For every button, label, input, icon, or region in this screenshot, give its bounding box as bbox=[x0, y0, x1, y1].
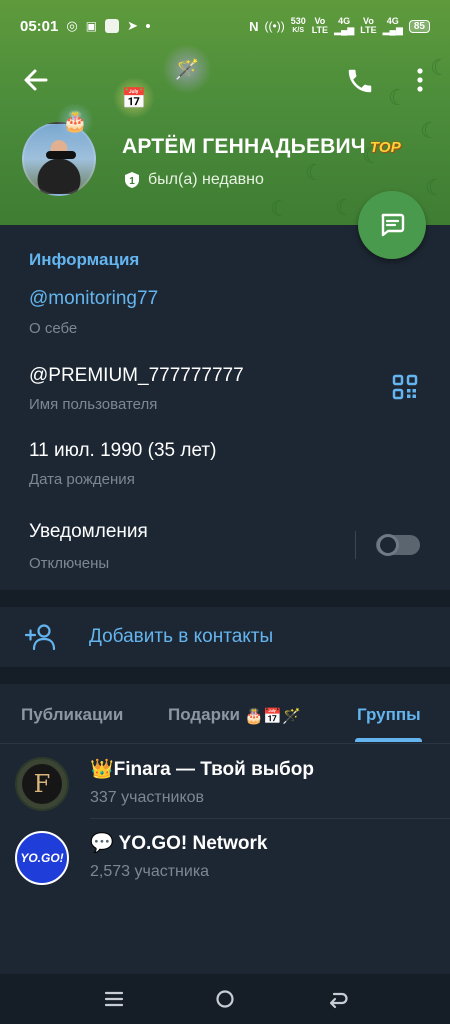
more-notifications-icon bbox=[145, 24, 150, 28]
birthday-value[interactable]: 11 июл. 1990 (35 лет) bbox=[29, 440, 216, 462]
sim2-sub: LTE bbox=[360, 25, 377, 35]
group-title: 💬 YO.GO! Network bbox=[90, 833, 268, 854]
avatar-shades bbox=[46, 151, 76, 159]
birthday-label: Дата рождения bbox=[29, 471, 135, 488]
phone-call-icon[interactable] bbox=[345, 66, 375, 96]
finara-logo: F bbox=[22, 764, 62, 804]
toggle-divider bbox=[355, 531, 356, 559]
net-speed: 530 K/S bbox=[291, 17, 306, 35]
section-divider bbox=[0, 667, 450, 684]
calendar-sticker-icon: 📅 bbox=[112, 78, 156, 118]
profile-tabs: Публикации Подарки 🎂📅🪄 Группы bbox=[0, 684, 450, 744]
tab-groups[interactable]: Группы bbox=[357, 705, 421, 725]
birthday-cake-sticker-icon: 🎂 bbox=[55, 104, 95, 138]
notifications-value[interactable]: Уведомления bbox=[29, 521, 148, 543]
group-title: 👑Finara — Твой выбор bbox=[90, 759, 314, 780]
username-value[interactable]: @PREMIUM_777777777 bbox=[29, 365, 244, 387]
profile-name-row: АРТЁМ ГЕННАДЬЕВИЧ TOP bbox=[122, 135, 401, 159]
back-icon[interactable] bbox=[327, 988, 349, 1010]
signal-icon: ▂▄▆ bbox=[334, 25, 355, 35]
sim2-signal: 4G ▂▄▆ bbox=[383, 17, 403, 35]
app-icon: ▣ bbox=[85, 19, 98, 33]
more-vertical-icon[interactable] bbox=[408, 64, 432, 96]
recent-apps-icon[interactable] bbox=[103, 988, 125, 1010]
shield-icon: 1 bbox=[125, 172, 139, 188]
moon-pattern-icon: ☾ bbox=[388, 85, 408, 110]
moon-pattern-icon: ☾ bbox=[270, 196, 290, 221]
moon-pattern-icon: ☾ bbox=[420, 118, 440, 143]
profile-name: АРТЁМ ГЕННАДЬЕВИЧ bbox=[122, 135, 366, 158]
magic-wand-sticker-icon: 🪄 bbox=[162, 44, 212, 94]
group-avatar: YO.GO! bbox=[15, 831, 69, 885]
moon-pattern-icon: ☾ bbox=[335, 195, 355, 220]
notification-icons: ◎ ▣ ➤ bbox=[66, 18, 150, 34]
birthday-cake-sticker-icon: 🎂 bbox=[244, 707, 264, 725]
group-member-count: 337 участников bbox=[90, 789, 205, 806]
add-user-icon bbox=[25, 624, 56, 651]
calendar-sticker-icon: 📅 bbox=[263, 707, 283, 725]
qr-code-icon[interactable] bbox=[392, 374, 418, 400]
signal-icon: ▂▄▆ bbox=[382, 25, 403, 35]
section-divider bbox=[0, 590, 450, 607]
shield-number: 1 bbox=[129, 176, 135, 187]
username-label: Имя пользователя bbox=[29, 396, 158, 413]
app-icon bbox=[105, 19, 120, 33]
sim1-sub: LTE bbox=[311, 25, 329, 35]
magic-wand-sticker-icon: 🪄 bbox=[282, 707, 301, 725]
sim1-volte: Vo LTE bbox=[312, 17, 328, 35]
list-item[interactable]: F 👑Finara — Твой выбор 337 участников bbox=[0, 745, 450, 819]
nfc-icon: N bbox=[249, 18, 259, 34]
tab-gifts[interactable]: Подарки 🎂📅🪄 bbox=[168, 705, 301, 725]
bio-label: О себе bbox=[29, 320, 78, 337]
bio-value[interactable]: @monitoring77 bbox=[29, 288, 158, 310]
notifications-label: Отключены bbox=[29, 555, 110, 572]
chat-message-icon bbox=[381, 213, 405, 237]
hotspot-icon: ((•)) bbox=[264, 18, 285, 33]
tab-publications[interactable]: Публикации bbox=[21, 705, 123, 725]
status-bar: 05:01 ◎ ▣ ➤ N ((•)) 530 K/S Vo LTE 4G ▂▄… bbox=[0, 0, 450, 52]
group-member-count: 2,573 участника bbox=[90, 863, 210, 880]
message-fab-button[interactable] bbox=[358, 191, 426, 259]
top-badge: TOP bbox=[369, 138, 401, 156]
telegram-icon: ➤ bbox=[127, 18, 138, 33]
active-tab-indicator bbox=[355, 738, 422, 742]
notifications-toggle[interactable] bbox=[376, 534, 420, 556]
sim2-volte: Vo LTE bbox=[360, 17, 376, 35]
net-speed-unit: K/S bbox=[292, 27, 305, 34]
whatsapp-icon: ◎ bbox=[66, 18, 78, 33]
list-item[interactable]: YO.GO! 💬 YO.GO! Network 2,573 участника bbox=[0, 819, 450, 893]
system-nav-bar bbox=[0, 974, 450, 1024]
add-contact-row[interactable]: Добавить в контакты bbox=[0, 607, 450, 667]
group-avatar: F bbox=[15, 757, 69, 811]
back-arrow-icon[interactable] bbox=[20, 64, 52, 96]
system-status: N ((•)) 530 K/S Vo LTE 4G ▂▄▆ Vo LTE 4G … bbox=[249, 17, 430, 35]
moon-pattern-icon: ☾ bbox=[425, 175, 445, 200]
profile-status-row: 1 был(а) недавно bbox=[124, 171, 264, 189]
sim1-signal: 4G ▂▄▆ bbox=[334, 17, 354, 35]
moon-pattern-icon: ☾ bbox=[430, 55, 450, 80]
battery-indicator: 85 bbox=[408, 19, 430, 33]
home-icon[interactable] bbox=[214, 988, 236, 1010]
moon-pattern-icon: ☾ bbox=[305, 160, 325, 185]
add-contact-label: Добавить в контакты bbox=[89, 626, 274, 647]
status-time: 05:01 bbox=[20, 17, 59, 35]
info-section-title: Информация bbox=[29, 250, 140, 269]
toggle-knob bbox=[377, 534, 399, 556]
tab-gifts-label: Подарки bbox=[168, 705, 240, 724]
net-speed-value: 530 bbox=[290, 16, 306, 26]
last-seen-status: был(а) недавно bbox=[148, 171, 264, 188]
